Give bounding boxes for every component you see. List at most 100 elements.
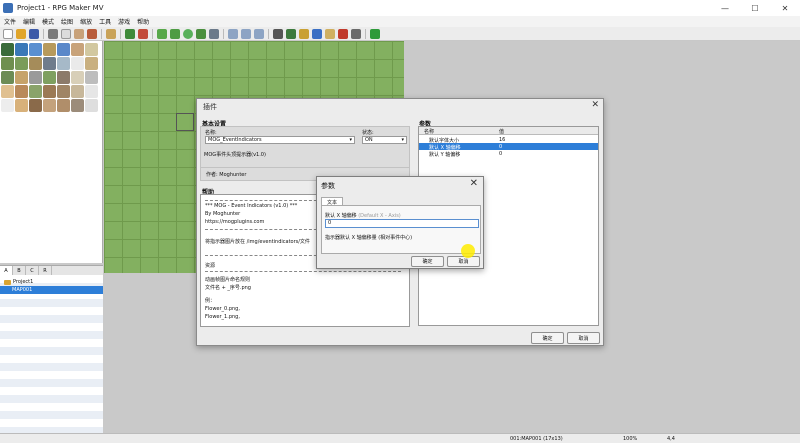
tile-cell[interactable] (1, 57, 14, 70)
undo-icon[interactable] (106, 28, 116, 39)
sound-test-icon[interactable] (299, 28, 309, 39)
tile-cell[interactable] (29, 57, 42, 70)
tile-cell[interactable] (43, 85, 56, 98)
zoom-in-icon[interactable] (228, 28, 238, 39)
tile-cell[interactable] (43, 71, 56, 84)
tile-cell[interactable] (71, 85, 84, 98)
close-icon[interactable]: ✕ (470, 178, 478, 189)
param-value: 0 (499, 151, 503, 157)
delete-icon[interactable] (87, 28, 97, 39)
character-generator-icon[interactable] (338, 28, 348, 39)
event-searcher-icon[interactable] (312, 28, 322, 39)
tile-cell[interactable] (85, 57, 98, 70)
tile-cell[interactable] (15, 43, 28, 56)
tile-cell[interactable] (43, 43, 56, 56)
tree-map-item[interactable]: MAP001 (0, 286, 103, 294)
minimize-button[interactable]: — (710, 0, 740, 16)
event-mode-icon[interactable] (138, 28, 148, 39)
params-col-value[interactable]: 值 (499, 128, 504, 135)
tile-cell[interactable] (57, 57, 70, 70)
tile-cell[interactable] (29, 43, 42, 56)
tree-project[interactable]: Project1 (4, 278, 33, 286)
param-ok-button[interactable]: 确定 (411, 256, 444, 267)
tile-cell[interactable] (85, 43, 98, 56)
cut-icon[interactable] (48, 28, 58, 39)
menu-mode[interactable]: 模式 (42, 17, 54, 26)
tile-cell[interactable] (71, 57, 84, 70)
tile-cell[interactable] (29, 85, 42, 98)
tile-cell[interactable] (57, 43, 70, 56)
resource-manager-icon[interactable] (325, 28, 335, 39)
database-icon[interactable] (273, 28, 283, 39)
open-project-icon[interactable] (16, 28, 26, 39)
menu-help[interactable]: 帮助 (137, 17, 149, 26)
tile-cell[interactable] (71, 43, 84, 56)
tile-cell[interactable] (29, 71, 42, 84)
tile-cell[interactable] (15, 57, 28, 70)
folder-icon (4, 279, 11, 285)
tile-cell[interactable] (15, 71, 28, 84)
map-tree-stripes (0, 275, 103, 433)
stripe (0, 307, 103, 315)
tile-cell[interactable] (57, 99, 70, 112)
pencil-icon[interactable] (157, 28, 167, 39)
tile-cell[interactable] (15, 99, 28, 112)
tile-cell[interactable] (1, 85, 14, 98)
tile-cell[interactable] (43, 57, 56, 70)
tile-cell[interactable] (71, 71, 84, 84)
tile-cell[interactable] (1, 71, 14, 84)
param-row[interactable]: 默认 Y 轴偏移 0 (419, 150, 598, 158)
copy-icon[interactable] (61, 28, 71, 39)
rectangle-icon[interactable] (170, 28, 180, 39)
tile-cell[interactable] (57, 71, 70, 84)
menu-tools[interactable]: 工具 (99, 17, 111, 26)
tile-cell[interactable] (43, 99, 56, 112)
tile-cell[interactable] (1, 43, 14, 56)
menu-edit[interactable]: 编辑 (23, 17, 35, 26)
param-row[interactable]: 默认字体大小 16 (419, 136, 598, 144)
param-value-input[interactable]: 0 (325, 219, 479, 228)
param-cancel-button[interactable]: 取消 (447, 256, 480, 267)
dialog-close-icon[interactable]: ✕ (591, 100, 599, 110)
paste-icon[interactable] (74, 28, 84, 39)
tile-grid (1, 43, 99, 113)
stripe (0, 323, 103, 331)
help-line: https://mogplugins.com (205, 219, 265, 225)
ellipse-icon[interactable] (183, 28, 193, 39)
menu-draw[interactable]: 绘图 (61, 17, 73, 26)
tile-cell[interactable] (85, 85, 98, 98)
cancel-button[interactable]: 取消 (567, 332, 600, 344)
map-tree[interactable]: Project1 MAP001 (0, 275, 103, 433)
ok-button[interactable]: 确定 (531, 332, 564, 344)
fill-icon[interactable] (196, 28, 206, 39)
tile-cell[interactable] (1, 99, 14, 112)
tileset-palette[interactable] (0, 41, 103, 263)
params-col-name[interactable]: 名称 (424, 128, 434, 135)
plugin-name-select[interactable]: MOG_EventIndicators ▾ (205, 136, 355, 144)
plugin-manager-icon[interactable] (286, 28, 296, 39)
menu-game[interactable]: 游戏 (118, 17, 130, 26)
param-row-selected[interactable]: 默认 X 轴偏移 0 (419, 143, 598, 151)
menu-scale[interactable]: 缩放 (80, 17, 92, 26)
name-label: 名称: (205, 130, 217, 136)
tile-cell[interactable] (15, 85, 28, 98)
tile-cell[interactable] (57, 85, 70, 98)
maximize-button[interactable]: ☐ (740, 0, 770, 16)
shadow-pen-icon[interactable] (209, 28, 219, 39)
toolbar-separator (268, 28, 269, 39)
console-icon[interactable] (351, 28, 361, 39)
zoom-out-icon[interactable] (241, 28, 251, 39)
new-project-icon[interactable] (3, 28, 13, 39)
save-project-icon[interactable] (29, 28, 39, 39)
plugin-state-select[interactable]: ON ▾ (362, 136, 407, 144)
menu-file[interactable]: 文件 (4, 17, 16, 26)
tile-cell[interactable] (85, 99, 98, 112)
playtest-icon[interactable] (370, 28, 380, 39)
map-mode-icon[interactable] (125, 28, 135, 39)
title-bar: Project1 - RPG Maker MV — ☐ ✕ (0, 0, 800, 16)
close-button[interactable]: ✕ (770, 0, 800, 16)
tile-cell[interactable] (85, 71, 98, 84)
actual-size-icon[interactable] (254, 28, 264, 39)
tile-cell[interactable] (71, 99, 84, 112)
tile-cell[interactable] (29, 99, 42, 112)
